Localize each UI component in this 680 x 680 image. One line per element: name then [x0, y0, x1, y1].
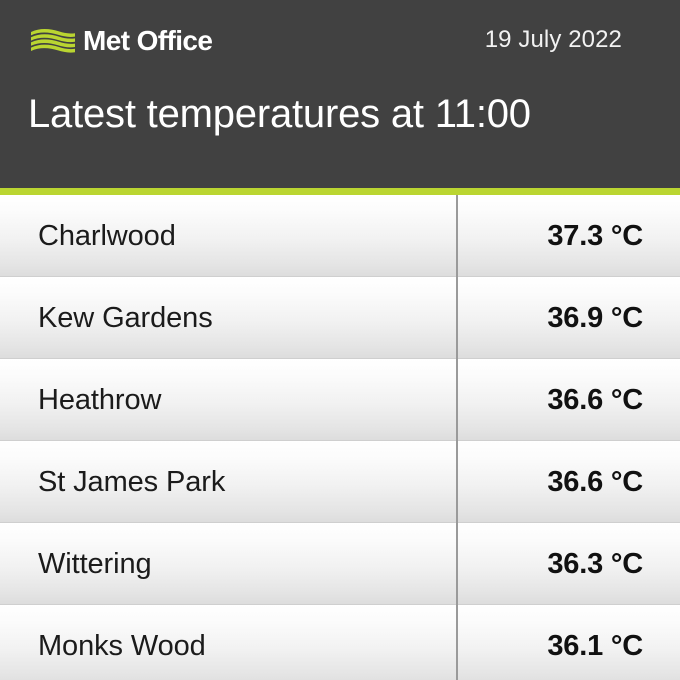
header: Met Office 19 July 2022 Latest temperatu… — [0, 0, 680, 188]
station-temperature: 36.3 °C — [547, 548, 643, 580]
column-divider — [456, 195, 458, 680]
met-office-temperature-card: Met Office 19 July 2022 Latest temperatu… — [0, 0, 680, 680]
station-temperature: 36.6 °C — [547, 384, 643, 416]
station-name: Kew Gardens — [38, 302, 213, 334]
table-row: Monks Wood 36.1 °C — [0, 605, 680, 680]
station-name: Wittering — [38, 548, 152, 580]
table-row: St James Park 36.6 °C — [0, 441, 680, 523]
temperature-table: Charlwood 37.3 °C Kew Gardens 36.9 °C Heathr… — [0, 195, 680, 680]
table-row: Charlwood 37.3 °C — [0, 195, 680, 277]
station-name: Heathrow — [38, 384, 162, 416]
station-temperature: 36.6 °C — [547, 466, 643, 498]
page-title: Latest temperatures at 11:00 — [28, 92, 531, 136]
table-row: Wittering 36.3 °C — [0, 523, 680, 605]
header-date: 19 July 2022 — [484, 26, 622, 53]
brand-name: Met Office — [83, 25, 213, 56]
met-office-wave-flag-icon — [31, 28, 75, 53]
table-row: Heathrow 36.6 °C — [0, 359, 680, 441]
station-temperature: 36.9 °C — [547, 302, 643, 334]
header-top-bar: Met Office 19 July 2022 — [0, 0, 680, 70]
table-row: Kew Gardens 36.9 °C — [0, 277, 680, 359]
station-temperature: 37.3 °C — [547, 220, 643, 252]
station-name: Monks Wood — [38, 630, 206, 662]
met-office-logo: Met Office — [30, 24, 213, 58]
station-name: St James Park — [38, 466, 226, 498]
station-temperature: 36.1 °C — [547, 630, 643, 662]
accent-bar — [0, 188, 680, 195]
station-name: Charlwood — [38, 220, 176, 252]
